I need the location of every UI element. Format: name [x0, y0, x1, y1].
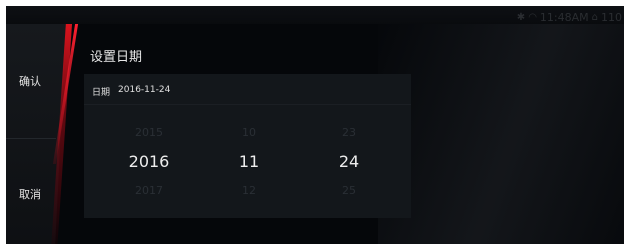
month-wheel[interactable]: 10 11 12 — [219, 118, 279, 205]
screen: ✱ ◠ 11:48AM ⌂ 110 确认 取消 设置日期 日期 2016-11-… — [6, 6, 624, 244]
wifi-icon: ◠ — [528, 12, 537, 23]
status-battery: 110 — [601, 11, 622, 24]
date-value: 2016-11-24 — [118, 85, 171, 95]
month-next[interactable]: 12 — [219, 176, 279, 205]
month-selected[interactable]: 11 — [219, 147, 279, 176]
year-wheel[interactable]: 2015 2016 2017 — [119, 118, 179, 205]
battery-icon: ⌂ — [591, 12, 598, 23]
day-wheel[interactable]: 23 24 25 — [319, 118, 379, 205]
year-selected[interactable]: 2016 — [119, 147, 179, 176]
panel-divider — [84, 104, 411, 105]
year-next[interactable]: 2017 — [119, 176, 179, 205]
confirm-button-label: 确认 — [19, 75, 41, 88]
background-glow — [378, 6, 624, 244]
confirm-button[interactable]: 确认 — [6, 61, 54, 101]
cancel-button-label: 取消 — [19, 188, 41, 201]
sidebar-divider — [6, 138, 56, 139]
year-prev[interactable]: 2015 — [119, 118, 179, 147]
day-prev[interactable]: 23 — [319, 118, 379, 147]
status-time: 11:48AM — [539, 11, 589, 24]
day-selected[interactable]: 24 — [319, 147, 379, 176]
day-next[interactable]: 25 — [319, 176, 379, 205]
month-prev[interactable]: 10 — [219, 118, 279, 147]
date-label: 日期 — [92, 88, 111, 98]
date-picker-panel: 日期 2016-11-24 2015 2016 2017 10 11 12 23… — [84, 74, 411, 218]
dialog-title: 设置日期 — [90, 50, 143, 65]
cancel-button[interactable]: 取消 — [6, 174, 54, 214]
status-bar: ✱ ◠ 11:48AM ⌂ 110 — [6, 6, 624, 24]
status-area: ✱ ◠ 11:48AM ⌂ 110 — [517, 11, 622, 24]
bluetooth-icon: ✱ — [516, 12, 526, 23]
date-header: 日期 2016-11-24 — [92, 85, 170, 98]
